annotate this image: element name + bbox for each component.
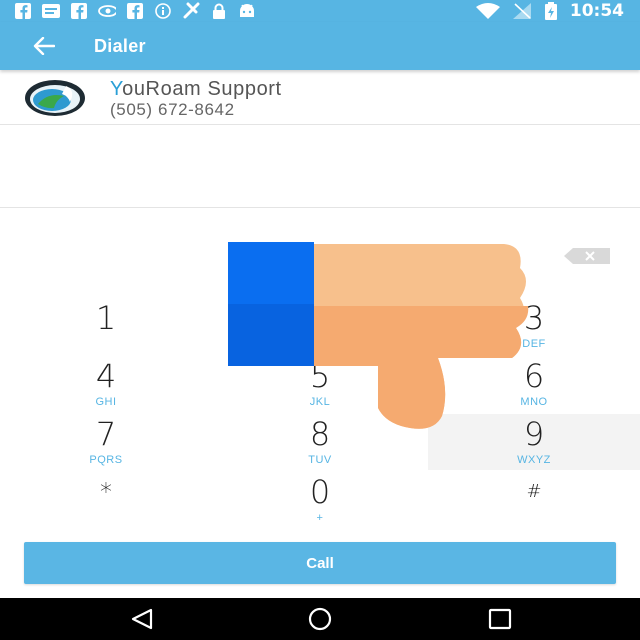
nav-back-button[interactable] [122,606,162,632]
wifi-icon [475,3,500,19]
eye-icon [98,3,116,19]
key-1[interactable]: 1 [0,298,212,354]
page-title: Dialer [94,35,146,56]
key-4[interactable]: 4 GHI [0,356,212,412]
suggestion-area [0,125,640,208]
contact-phone: (505) 672-8642 [110,100,235,119]
nav-home-button[interactable] [300,606,340,632]
circle-home-icon [308,607,332,631]
key-hash[interactable]: # [428,472,640,528]
info-icon [154,3,172,19]
key-star[interactable]: * [0,472,212,528]
message-icon [42,3,60,19]
facebook-icon [14,3,32,19]
app-bar: Dialer [0,22,640,70]
key-2[interactable]: 2 ABC [214,298,426,354]
youroam-logo [25,80,85,116]
key-9[interactable]: 9 WXYZ [428,414,640,470]
navigation-bar [0,598,640,640]
call-button[interactable]: Call [24,542,616,584]
arrow-left-icon [33,37,55,55]
status-bar: 10:54 [0,0,640,22]
facebook-icon [70,3,88,19]
contact-name: YouRoam Support [110,78,282,100]
key-6[interactable]: 6 MNO [428,356,640,412]
lock-icon [210,3,228,19]
contact-row[interactable]: YouRoam Support (505) 672-8642 [0,70,640,125]
signal-icon [512,3,532,19]
android-icon [238,3,256,19]
key-7[interactable]: 7 PQRS [0,414,212,470]
notification-icons [0,2,256,19]
wrench-icon [182,2,200,19]
nav-recents-button[interactable] [480,606,520,632]
key-0[interactable]: 0 + [214,472,426,528]
backspace-icon[interactable] [564,248,610,264]
key-3[interactable]: 3 DEF [428,298,640,354]
square-recents-icon [488,608,512,630]
key-5[interactable]: 5 JKL [214,356,426,412]
battery-icon [544,2,558,20]
key-8[interactable]: 8 TUV [214,414,426,470]
clock: 10:54 [569,1,624,21]
triangle-back-icon [131,608,153,630]
back-button[interactable] [24,26,64,66]
facebook-icon [126,3,144,19]
